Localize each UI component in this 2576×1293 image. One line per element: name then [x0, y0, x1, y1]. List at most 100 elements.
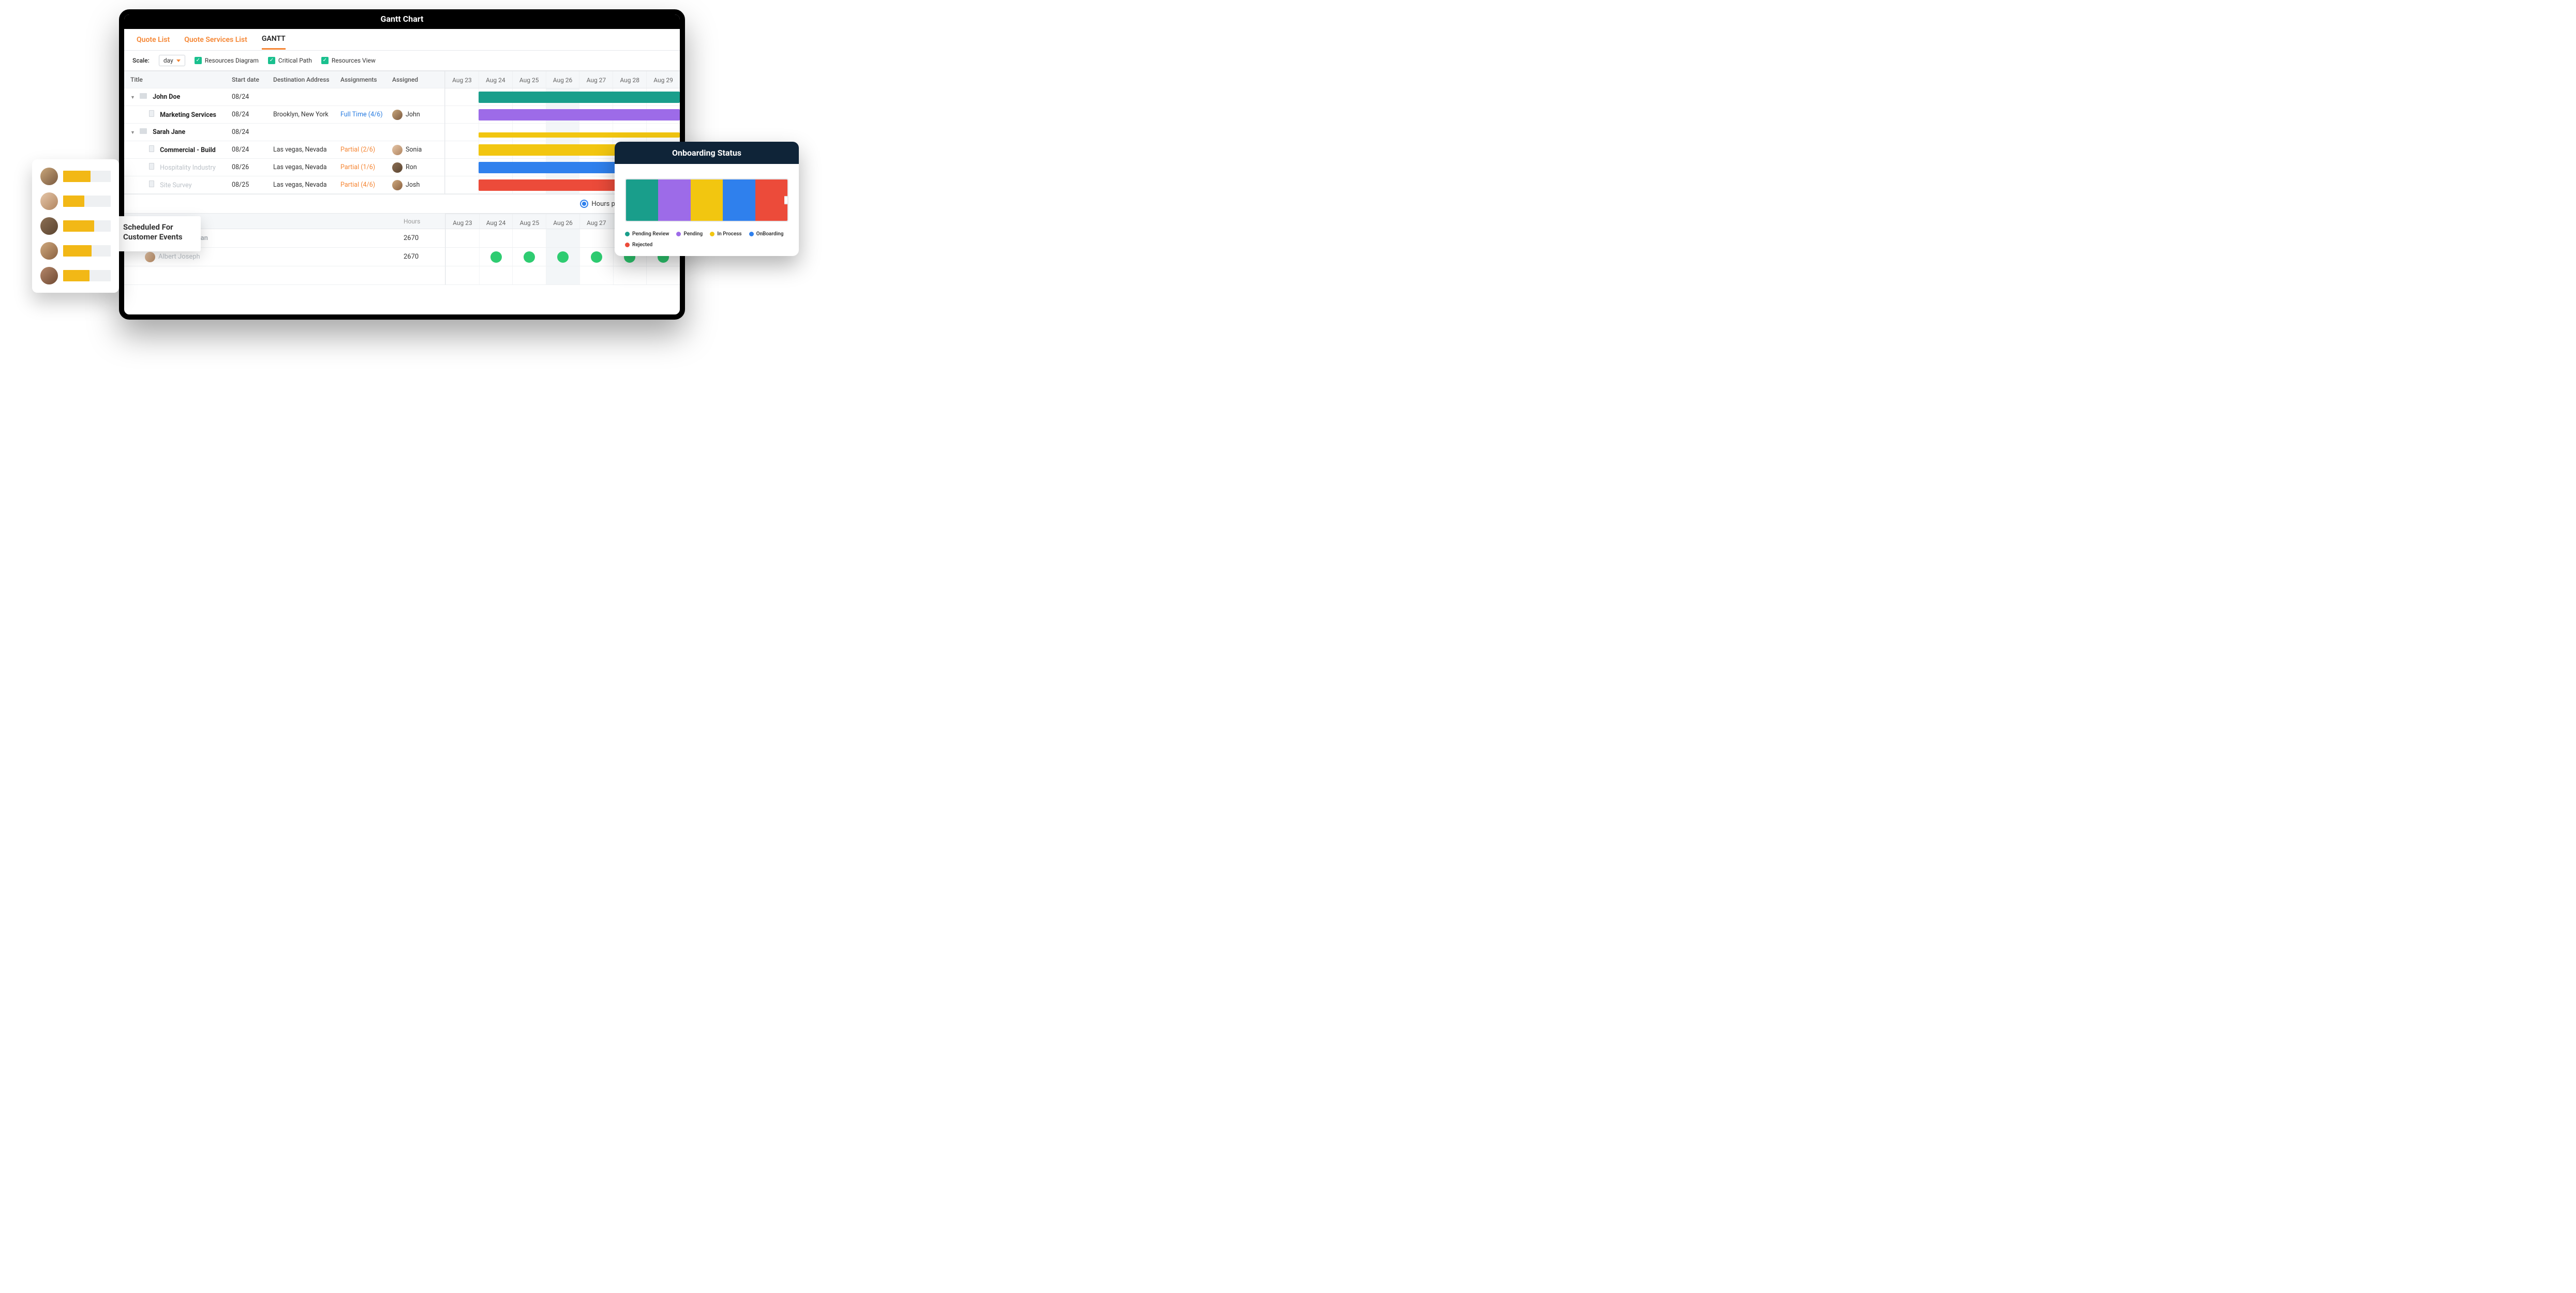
cell-start: 08/24 [232, 111, 273, 118]
task-row[interactable]: Site Survey 08/25 Las vegas, Nevada Part… [124, 176, 444, 194]
file-icon [149, 163, 154, 170]
utilisation-fill [63, 270, 90, 281]
tab-quote-list[interactable]: Quote List [137, 36, 170, 49]
avatar [145, 252, 155, 262]
task-name: Commercial - Build [160, 146, 216, 154]
legend-dot-icon [625, 232, 630, 236]
day-header[interactable]: Aug 27 [579, 71, 613, 88]
legend-dot-icon [710, 232, 714, 236]
legend-label: OnBoarding [756, 231, 784, 237]
cell-assignment[interactable]: Full Time (4/6) [340, 111, 392, 118]
tab-gantt[interactable]: GANTT [262, 35, 286, 50]
day-header[interactable]: Aug 25 [512, 214, 546, 229]
utilisation-fill [63, 220, 94, 232]
legend-label: Pending [683, 231, 703, 237]
legend-label: Pending Review [632, 231, 669, 237]
avatar [40, 267, 58, 284]
day-header[interactable]: Aug 24 [479, 71, 512, 88]
file-icon [149, 145, 154, 152]
collapse-icon[interactable]: ▼ [130, 130, 135, 136]
group-row[interactable]: ▼ John Doe 08/24 [124, 88, 444, 106]
legend-dot-icon [625, 243, 630, 247]
onboarding-segment-pending-review[interactable] [626, 179, 658, 221]
gantt-group-bar[interactable] [479, 132, 680, 138]
onboarding-segment-rejected[interactable] [755, 179, 787, 221]
task-row[interactable]: Hospitality Industry 08/26 Las vegas, Ne… [124, 159, 444, 176]
avatar [392, 110, 403, 120]
gantt-grid: Title Start date Destination Address Ass… [124, 71, 680, 194]
cell-assigned: Sonia [392, 145, 444, 155]
avatar [40, 217, 58, 235]
lower-grid: Name Hours ▼ Field Technician 2670 Alber… [124, 214, 680, 285]
avatar [392, 180, 403, 190]
checkbox-resources-diagram[interactable]: ✓ Resources Diagram [195, 57, 259, 64]
legend-item[interactable]: Rejected [625, 242, 652, 248]
day-header[interactable]: Aug 23 [445, 71, 479, 88]
scale-select[interactable]: day [159, 55, 185, 66]
cell-assignment[interactable]: Partial (2/6) [340, 146, 392, 154]
task-row[interactable]: Marketing Services 08/24 Brooklyn, New Y… [124, 106, 444, 124]
group-name: Sarah Jane [153, 128, 185, 136]
cell-start: 08/25 [232, 181, 273, 189]
checkbox-critical-path[interactable]: ✓ Critical Path [268, 57, 312, 64]
day-header[interactable]: Aug 26 [546, 71, 579, 88]
legend-item[interactable]: OnBoarding [749, 231, 784, 237]
cell-assignment[interactable]: Partial (1/6) [340, 163, 392, 171]
cell-start: 08/24 [232, 128, 273, 136]
cell-dest: Las vegas, Nevada [273, 163, 340, 171]
availability-dot-icon [591, 251, 602, 263]
col-start[interactable]: Start date [232, 76, 273, 83]
people-row [40, 192, 111, 210]
day-header[interactable]: Aug 26 [546, 214, 579, 229]
legend-item[interactable]: In Process [710, 231, 741, 237]
gantt-window: Gantt Chart Quote List Quote Services Li… [119, 9, 685, 320]
col-assign[interactable]: Assignments [340, 76, 392, 83]
checkbox-label: Resources View [332, 57, 376, 64]
col-dest[interactable]: Destination Address [273, 76, 340, 83]
scheduled-card-title: Scheduled For Customer Events [123, 222, 195, 242]
onboarding-segment-pending[interactable] [658, 179, 690, 221]
col-title[interactable]: Title [124, 76, 232, 83]
cell-assignment[interactable]: Partial (4/6) [340, 181, 392, 189]
legend-item[interactable]: Pending [676, 231, 703, 237]
onboarding-segment-onboarding[interactable] [723, 179, 755, 221]
col-assigned[interactable]: Assigned [392, 76, 444, 83]
checkbox-resources-view[interactable]: ✓ Resources View [321, 57, 376, 64]
day-header[interactable]: Aug 25 [512, 71, 546, 88]
onboarding-segment-in-process[interactable] [691, 179, 723, 221]
gantt-bar[interactable] [479, 92, 680, 103]
people-row [40, 242, 111, 260]
assigned-name: Ron [406, 163, 417, 171]
group-name: John Doe [153, 93, 180, 101]
task-row[interactable]: Commercial - Build 08/24 Las vegas, Neva… [124, 141, 444, 159]
availability-dot-icon [490, 251, 502, 263]
group-row[interactable]: ▼ Sarah Jane 08/24 [124, 124, 444, 141]
cell-assigned: Ron [392, 162, 444, 173]
availability-dot-icon [557, 251, 569, 263]
day-header[interactable]: Aug 27 [579, 214, 613, 229]
day-header[interactable]: Aug 24 [479, 214, 513, 229]
legend-label: Rejected [632, 242, 652, 248]
legend-item[interactable]: Pending Review [625, 231, 669, 237]
grid-left: Title Start date Destination Address Ass… [124, 71, 445, 194]
day-header[interactable]: Aug 23 [445, 214, 479, 229]
gantt-bar[interactable] [479, 109, 680, 121]
day-header[interactable]: Aug 28 [613, 71, 646, 88]
timeline-row [445, 124, 680, 141]
assigned-name: Josh [406, 181, 420, 189]
cell-dest: Las vegas, Nevada [273, 146, 340, 154]
onboarding-legend: Pending Review Pending In Process OnBoar… [625, 231, 788, 248]
cell-hours: 2670 [404, 253, 445, 261]
resource-row-empty [124, 266, 445, 285]
people-utilisation-card [32, 159, 119, 293]
folder-icon [140, 93, 147, 99]
scale-value: day [163, 57, 173, 64]
utilisation-bar [63, 171, 111, 182]
tab-quote-services[interactable]: Quote Services List [184, 36, 247, 49]
collapse-icon[interactable]: ▼ [130, 95, 135, 100]
col-hours[interactable]: Hours [404, 218, 445, 225]
day-header[interactable]: Aug 29 [646, 71, 680, 88]
cell-assigned: Josh [392, 180, 444, 190]
cell-dest: Las vegas, Nevada [273, 181, 340, 189]
cell-start: 08/24 [232, 146, 273, 154]
